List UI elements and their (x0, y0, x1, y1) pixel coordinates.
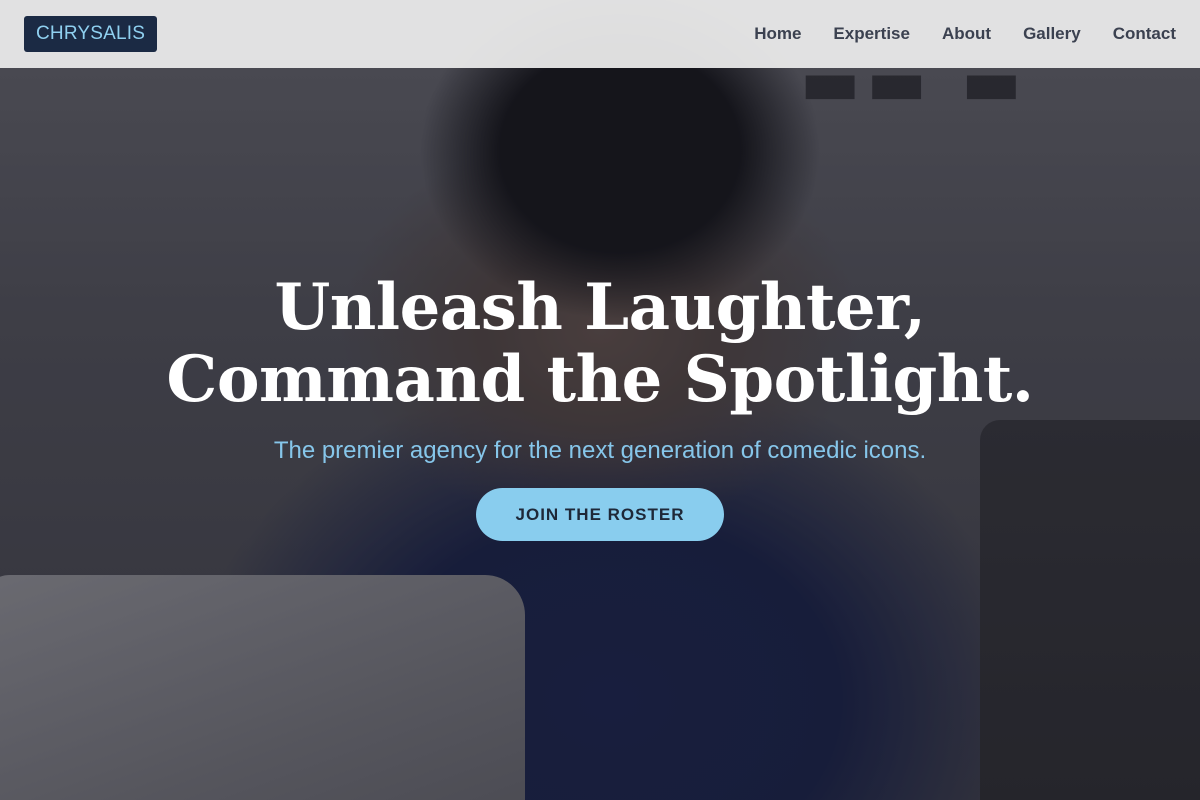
nav-link-about[interactable]: About (942, 24, 991, 44)
hero-title: Unleash Laughter, Command the Spotlight. (0, 272, 1200, 416)
hero-subtitle: The premier agency for the next generati… (273, 437, 927, 464)
landing-page: ▬▬ ▬ CHRYSALIS Home Expertise About Gall… (0, 0, 1200, 800)
main-nav: Home Expertise About Gallery Contact (754, 24, 1176, 44)
hero-title-line-2: Command the Spotlight. (166, 342, 1034, 417)
nav-link-gallery[interactable]: Gallery (1023, 24, 1081, 44)
brand-logo[interactable]: CHRYSALIS (24, 16, 158, 52)
hero-section: Unleash Laughter, Command the Spotlight.… (0, 272, 1200, 541)
join-roster-button[interactable]: JOIN THE ROSTER (475, 488, 725, 541)
nav-link-home[interactable]: Home (754, 24, 801, 44)
nav-link-contact[interactable]: Contact (1113, 24, 1176, 44)
site-header: CHRYSALIS Home Expertise About Gallery C… (0, 0, 1200, 68)
nav-link-expertise[interactable]: Expertise (833, 24, 910, 44)
hero-title-line-1: Unleash Laughter, (274, 270, 926, 345)
